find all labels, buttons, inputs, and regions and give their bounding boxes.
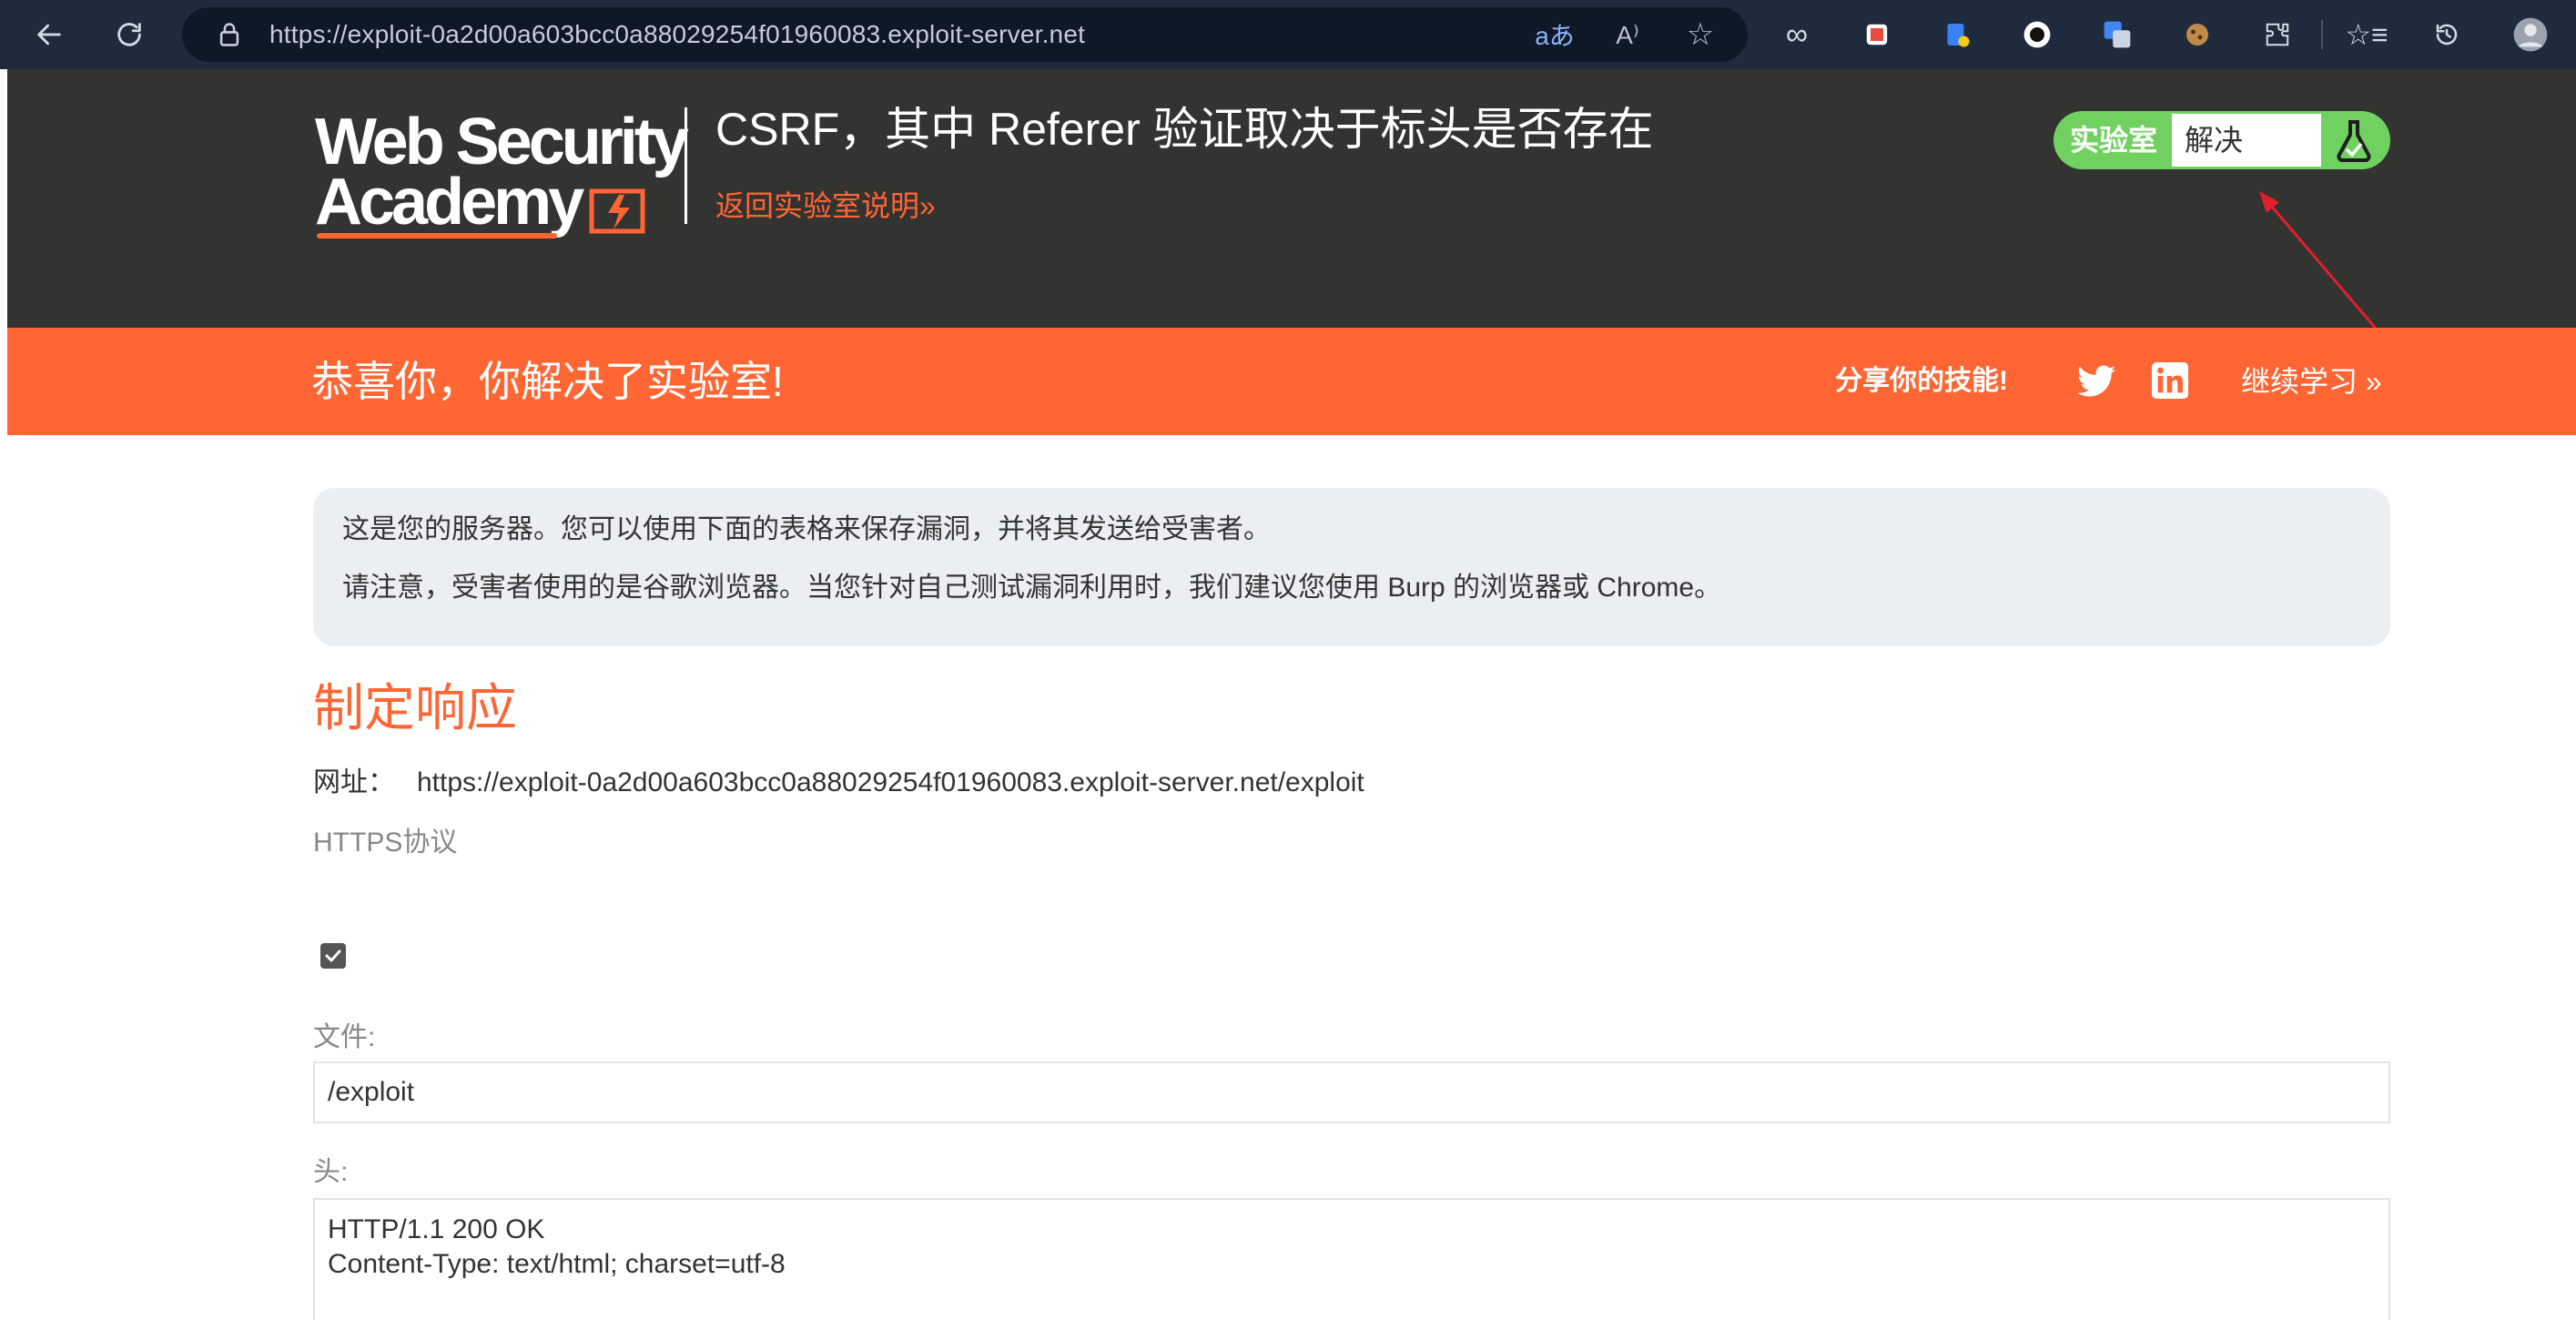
lab-header: Web Security Academy CSRF，其中 Referer 验证取… <box>7 69 2576 328</box>
back-icon[interactable] <box>22 7 76 62</box>
history-icon[interactable] <box>2423 11 2470 58</box>
header-divider <box>685 107 687 224</box>
url-text[interactable]: https://exploit-0a2d00a603bcc0a88029254f… <box>269 7 1085 62</box>
continue-learning-link[interactable]: 继续学习 » <box>2241 328 2382 435</box>
exploit-url-value: https://exploit-0a2d00a603bcc0a88029254f… <box>417 767 1364 797</box>
read-aloud-icon[interactable]: A⁾ <box>1607 15 1648 55</box>
logo-bolt-icon <box>589 188 645 234</box>
info-text-line: 这是您的服务器。您可以使用下面的表格来保存漏洞，并将其发送给受害者。 <box>342 514 1271 544</box>
lab-status-value: 解决 <box>2185 124 2244 157</box>
extension-icon[interactable] <box>1933 11 1981 58</box>
file-label: 文件: <box>313 1022 376 1052</box>
solved-banner: 恭喜你，你解决了实验室! 分享你的技能! 继续学习 » <box>7 328 2576 435</box>
lab-status-value-box: 解决 <box>2172 114 2321 167</box>
extension-icon[interactable] <box>2013 11 2061 58</box>
flask-icon <box>2337 120 2371 162</box>
favorites-icon[interactable]: ☆≡ <box>2343 11 2390 58</box>
refresh-icon[interactable] <box>102 7 157 62</box>
twitter-icon[interactable] <box>2077 364 2115 399</box>
lock-icon[interactable] <box>209 15 249 55</box>
file-input[interactable]: /exploit <box>313 1061 2390 1123</box>
extension-icon[interactable] <box>2174 11 2221 58</box>
https-label: HTTPS协议 <box>313 828 458 858</box>
address-bar[interactable]: https://exploit-0a2d00a603bcc0a88029254f… <box>182 7 1748 62</box>
infinity-icon[interactable]: ∞ <box>1773 11 1820 58</box>
solved-message: 恭喜你，你解决了实验室! <box>311 358 784 405</box>
section-title: 制定响应 <box>313 679 517 736</box>
info-text-line: 请注意，受害者使用的是谷歌浏览器。当您针对自己测试漏洞利用时，我们建议您使用 B… <box>342 573 1722 603</box>
logo-text-line2: Academy <box>315 166 584 239</box>
back-to-lab-description-link[interactable]: 返回实验室说明» <box>715 177 936 235</box>
extensions-icon[interactable] <box>2254 11 2301 58</box>
translate-icon[interactable]: aあ <box>1535 15 1575 55</box>
info-box: 这是您的服务器。您可以使用下面的表格来保存漏洞，并将其发送给受害者。 请注意，受… <box>313 488 2390 646</box>
https-checkbox[interactable] <box>320 943 346 969</box>
extension-icon[interactable] <box>1853 11 1901 58</box>
toolbar-divider <box>2321 20 2323 49</box>
profile-avatar-icon[interactable] <box>2507 11 2554 58</box>
share-skills-text: 分享你的技能! <box>1835 366 2008 396</box>
lab-status-widget: 实验室 解决 <box>2054 111 2390 169</box>
extension-icon[interactable] <box>2094 11 2141 58</box>
web-security-academy-logo[interactable]: Web Security Academy <box>315 106 689 269</box>
favorite-icon[interactable]: ☆ <box>1680 15 1720 55</box>
lab-status-label: 实验室 <box>2070 124 2158 157</box>
head-textarea[interactable]: HTTP/1.1 200 OK Content-Type: text/html;… <box>313 1198 2390 1320</box>
page-content: Web Security Academy CSRF，其中 Referer 验证取… <box>7 69 2576 1320</box>
checkmark-icon <box>325 949 341 962</box>
url-label: 网址： <box>313 767 395 797</box>
exploit-url-row: 网址： https://exploit-0a2d00a603bcc0a880292… <box>313 763 1364 803</box>
lab-title: CSRF，其中 Referer 验证取决于标头是否存在 <box>715 104 1654 155</box>
head-label: 头: <box>313 1157 349 1187</box>
browser-toolbar: https://exploit-0a2d00a603bcc0a88029254f… <box>0 0 2576 69</box>
linkedin-icon[interactable] <box>2152 362 2188 399</box>
logo-underline <box>317 233 557 239</box>
